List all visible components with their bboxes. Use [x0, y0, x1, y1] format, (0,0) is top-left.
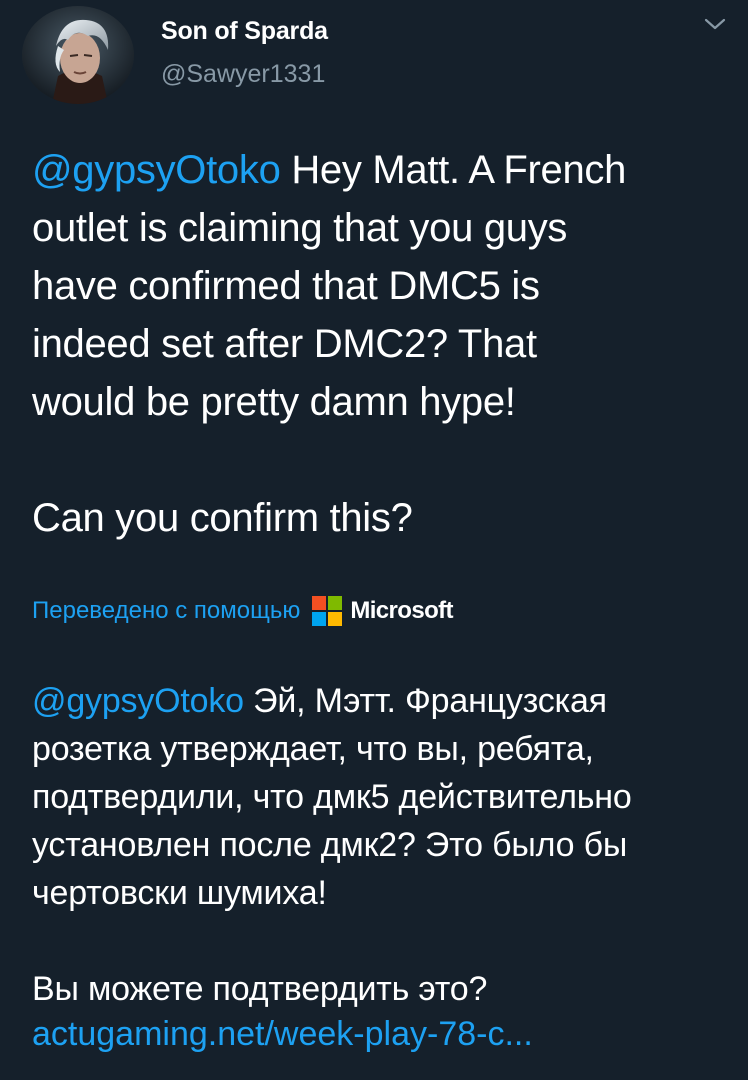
translated-text: @gypsyOtoko Эй, Мэтт. Французская розетк… [32, 677, 732, 1013]
microsoft-logo-blue [312, 612, 327, 626]
article-link[interactable]: actugaming.net/week-play-78-c... [32, 1010, 533, 1058]
mention-link[interactable]: @gypsyOtoko [32, 148, 281, 192]
translation-line: чертовски шумиха! [32, 874, 327, 912]
tweet-text: @gypsyOtoko Hey Matt. A French outlet is… [32, 141, 732, 547]
tweet-line: Can you confirm this? [32, 496, 413, 540]
microsoft-logo-red [312, 596, 327, 610]
tweet-line: indeed set after DMC2? That [32, 322, 537, 366]
microsoft-logo-yellow [328, 612, 343, 626]
chevron-down-icon[interactable] [702, 14, 728, 34]
avatar[interactable] [22, 6, 134, 104]
mention-link[interactable]: @gypsyOtoko [32, 682, 244, 720]
translation-line-text: Эй, Мэтт. Французская [243, 682, 607, 720]
translation-attribution: Переведено с помощью Microsoft [32, 591, 454, 631]
tweet: Son of Sparda @Sawyer1331 @gypsyOtoko He… [0, 0, 748, 1080]
translation-line: розетка утверждает, что вы, ребята, [32, 730, 594, 768]
tweet-line: @gypsyOtoko Hey Matt. A French [32, 141, 732, 199]
microsoft-logo-green [328, 596, 343, 610]
paragraph-break [32, 431, 732, 489]
user-handle[interactable]: @Sawyer1331 [161, 60, 325, 89]
translation-line: @gypsyOtoko Эй, Мэтт. Французская [32, 677, 732, 725]
display-name[interactable]: Son of Sparda [161, 17, 328, 46]
tweet-line: have confirmed that DMC5 is [32, 264, 540, 308]
translation-line: Вы можете подтвердить это? [32, 970, 488, 1008]
tweet-line: outlet is claiming that you guys [32, 206, 568, 250]
translator-name: Microsoft [350, 597, 453, 624]
translation-line: подтвердили, что дмк5 действительно [32, 778, 632, 816]
microsoft-logo-icon [312, 596, 343, 626]
translation-line: установлен после дмк2? Это было бы [32, 826, 628, 864]
paragraph-break [32, 917, 732, 965]
tweet-line: would be pretty damn hype! [32, 380, 516, 424]
translated-by-link[interactable]: Переведено с помощью [32, 597, 300, 625]
tweet-line-text: Hey Matt. A French [280, 148, 627, 192]
